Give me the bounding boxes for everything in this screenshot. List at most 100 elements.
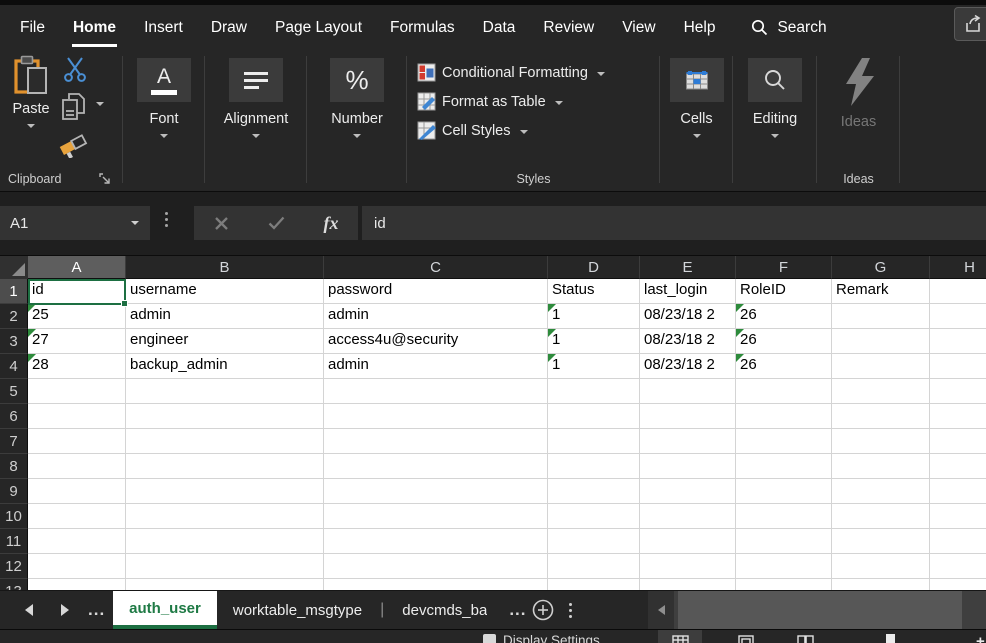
cell-A9[interactable] bbox=[28, 479, 126, 504]
cell-G8[interactable] bbox=[832, 454, 930, 479]
cell-F4[interactable]: 26 bbox=[736, 354, 832, 379]
row-header-7[interactable]: 7 bbox=[0, 429, 28, 454]
cell-H11[interactable] bbox=[930, 529, 986, 554]
formula-input[interactable]: id bbox=[362, 206, 986, 240]
cell-E8[interactable] bbox=[640, 454, 736, 479]
cell-E7[interactable] bbox=[640, 429, 736, 454]
cell-G4[interactable] bbox=[832, 354, 930, 379]
sheet-tab-devcmds_ba[interactable]: devcmds_ba bbox=[386, 591, 503, 629]
cell-F3[interactable]: 26 bbox=[736, 329, 832, 354]
row-header-4[interactable]: 4 bbox=[0, 354, 28, 379]
cell-G6[interactable] bbox=[832, 404, 930, 429]
scroll-left-arrow[interactable] bbox=[648, 591, 674, 629]
insert-function-button[interactable]: fx bbox=[324, 213, 339, 234]
cell-D13[interactable] bbox=[548, 579, 640, 590]
cell-G11[interactable] bbox=[832, 529, 930, 554]
cell-H2[interactable] bbox=[930, 304, 986, 329]
cells-group-button[interactable]: Cells bbox=[660, 50, 733, 138]
name-box-caret[interactable] bbox=[131, 221, 139, 225]
search-box[interactable]: Search bbox=[751, 5, 826, 50]
normal-view-button[interactable] bbox=[658, 630, 702, 643]
column-header-d[interactable]: D bbox=[548, 256, 640, 279]
menu-item-help[interactable]: Help bbox=[670, 5, 730, 50]
cell-H13[interactable] bbox=[930, 579, 986, 590]
row-header-5[interactable]: 5 bbox=[0, 379, 28, 404]
cell-G13[interactable] bbox=[832, 579, 930, 590]
fill-handle[interactable] bbox=[121, 300, 128, 307]
name-box[interactable]: A1 bbox=[0, 206, 150, 240]
cell-H10[interactable] bbox=[930, 504, 986, 529]
cell-D2[interactable]: 1 bbox=[548, 304, 640, 329]
cell-F13[interactable] bbox=[736, 579, 832, 590]
scrollbar-thumb[interactable] bbox=[678, 591, 962, 629]
cell-H12[interactable] bbox=[930, 554, 986, 579]
cell-E5[interactable] bbox=[640, 379, 736, 404]
cell-H3[interactable] bbox=[930, 329, 986, 354]
cell-F6[interactable] bbox=[736, 404, 832, 429]
cell-G10[interactable] bbox=[832, 504, 930, 529]
cell-F9[interactable] bbox=[736, 479, 832, 504]
cell-E12[interactable] bbox=[640, 554, 736, 579]
cell-F5[interactable] bbox=[736, 379, 832, 404]
format-as-table-button[interactable]: Format as Table bbox=[417, 87, 660, 116]
menu-item-file[interactable]: File bbox=[6, 5, 59, 50]
cell-B9[interactable] bbox=[126, 479, 324, 504]
cell-A2[interactable]: 25 bbox=[28, 304, 126, 329]
cell-C13[interactable] bbox=[324, 579, 548, 590]
cell-E3[interactable]: 08/23/18 2 bbox=[640, 329, 736, 354]
cell-H7[interactable] bbox=[930, 429, 986, 454]
cell-D8[interactable] bbox=[548, 454, 640, 479]
cell-B11[interactable] bbox=[126, 529, 324, 554]
cell-B6[interactable] bbox=[126, 404, 324, 429]
more-sheets-right[interactable]: ... bbox=[509, 600, 526, 620]
cell-C4[interactable]: admin bbox=[324, 354, 548, 379]
cell-E9[interactable] bbox=[640, 479, 736, 504]
menu-item-insert[interactable]: Insert bbox=[130, 5, 197, 50]
cell-F11[interactable] bbox=[736, 529, 832, 554]
row-header-8[interactable]: 8 bbox=[0, 454, 28, 479]
cell-B2[interactable]: admin bbox=[126, 304, 324, 329]
cell-D4[interactable]: 1 bbox=[548, 354, 640, 379]
cut-button[interactable] bbox=[62, 56, 88, 83]
menu-item-formulas[interactable]: Formulas bbox=[376, 5, 469, 50]
cell-C9[interactable] bbox=[324, 479, 548, 504]
cell-A12[interactable] bbox=[28, 554, 126, 579]
cell-C8[interactable] bbox=[324, 454, 548, 479]
cell-F10[interactable] bbox=[736, 504, 832, 529]
row-header-1[interactable]: 1 bbox=[0, 279, 28, 304]
column-header-h[interactable]: H bbox=[930, 256, 986, 279]
cell-D5[interactable] bbox=[548, 379, 640, 404]
column-header-e[interactable]: E bbox=[640, 256, 736, 279]
clipboard-dialog-launcher[interactable] bbox=[99, 173, 111, 185]
row-header-11[interactable]: 11 bbox=[0, 529, 28, 554]
cell-A3[interactable]: 27 bbox=[28, 329, 126, 354]
cell-C2[interactable]: admin bbox=[324, 304, 548, 329]
paste-dropdown-caret[interactable] bbox=[27, 124, 35, 128]
sheet-tab-auth_user[interactable]: auth_user bbox=[113, 591, 217, 629]
cell-D7[interactable] bbox=[548, 429, 640, 454]
cell-G9[interactable] bbox=[832, 479, 930, 504]
share-button[interactable] bbox=[954, 7, 986, 41]
cell-G3[interactable] bbox=[832, 329, 930, 354]
cell-D12[interactable] bbox=[548, 554, 640, 579]
cell-B13[interactable] bbox=[126, 579, 324, 590]
column-header-a[interactable]: A bbox=[28, 256, 126, 279]
cell-C7[interactable] bbox=[324, 429, 548, 454]
editing-group-button[interactable]: Editing bbox=[733, 50, 817, 138]
column-header-b[interactable]: B bbox=[126, 256, 324, 279]
copy-dropdown-caret[interactable] bbox=[96, 102, 104, 106]
page-layout-view-button[interactable] bbox=[724, 630, 768, 643]
ideas-button[interactable]: Ideas bbox=[817, 50, 900, 130]
cell-C10[interactable] bbox=[324, 504, 548, 529]
cell-E10[interactable] bbox=[640, 504, 736, 529]
cell-B5[interactable] bbox=[126, 379, 324, 404]
menu-item-home[interactable]: Home bbox=[59, 5, 130, 50]
cell-H1[interactable] bbox=[930, 279, 986, 304]
zoom-slider-handle[interactable] bbox=[886, 634, 895, 643]
row-header-6[interactable]: 6 bbox=[0, 404, 28, 429]
cell-G2[interactable] bbox=[832, 304, 930, 329]
cell-B1[interactable]: username bbox=[126, 279, 324, 304]
cell-E6[interactable] bbox=[640, 404, 736, 429]
cell-H9[interactable] bbox=[930, 479, 986, 504]
cell-H5[interactable] bbox=[930, 379, 986, 404]
